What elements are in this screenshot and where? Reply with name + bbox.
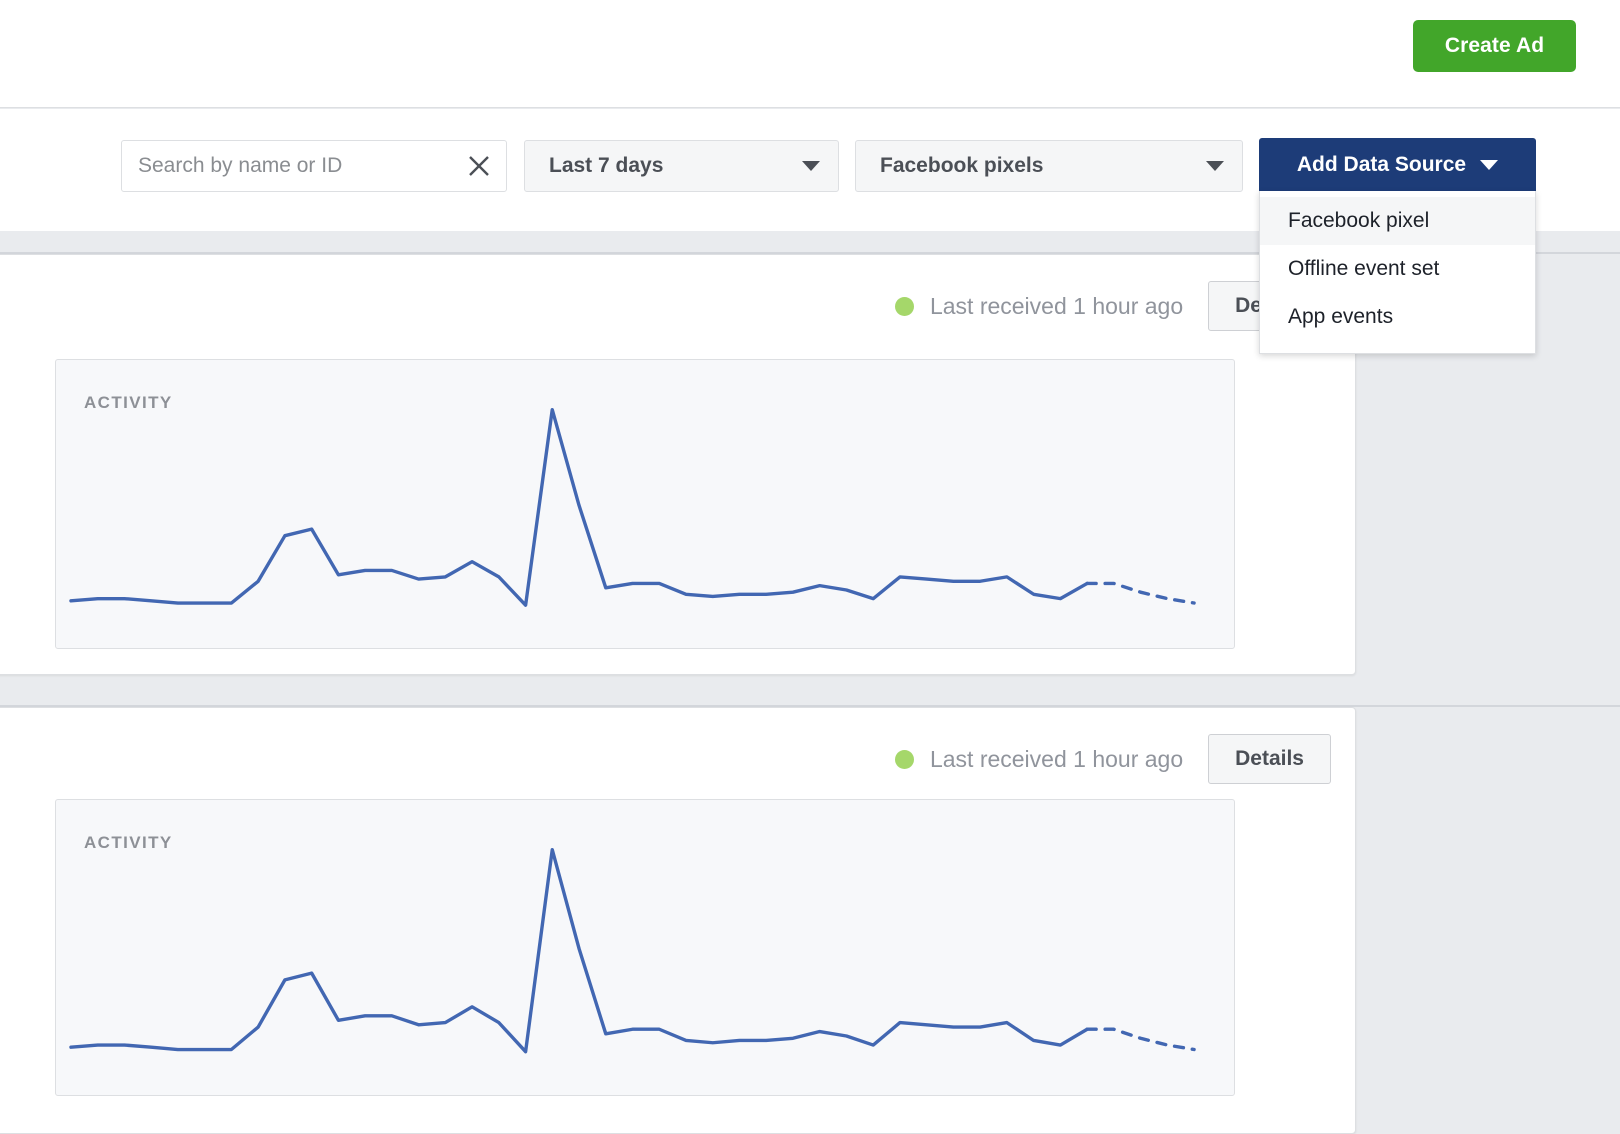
activity-sparkline <box>69 847 1196 1054</box>
menu-item-label: App events <box>1288 305 1394 328</box>
date-range-label: Last 7 days <box>549 154 664 177</box>
search-input[interactable] <box>122 140 440 192</box>
add-data-source-button[interactable]: Add Data Source <box>1259 138 1536 191</box>
status-green-dot <box>894 296 914 316</box>
create-ad-button[interactable]: Create Ad <box>1413 20 1576 72</box>
card-status-row: Last received 1 hour ago Details <box>894 734 1331 784</box>
data-source-card: Last received 1 hour ago Details ACTIVIT… <box>0 707 1356 1134</box>
menu-item-label: Offline event set <box>1288 257 1440 280</box>
menu-item-facebook-pixel[interactable]: Facebook pixel <box>1260 197 1535 245</box>
chevron-down-icon <box>802 161 820 171</box>
menu-item-offline-event-set[interactable]: Offline event set <box>1260 245 1535 293</box>
section-divider-band-middle <box>0 675 1620 707</box>
data-source-card: Last received 1 hour ago Details ACTIVIT… <box>0 254 1356 675</box>
date-range-dropdown[interactable]: Last 7 days <box>524 140 839 192</box>
add-data-source-label: Add Data Source <box>1296 152 1467 176</box>
top-header: Create Ad <box>0 0 1620 108</box>
chevron-down-icon <box>1206 161 1224 171</box>
search-box[interactable] <box>121 140 507 192</box>
close-icon[interactable] <box>466 153 492 179</box>
chevron-down-icon <box>1480 159 1499 170</box>
menu-item-label: Facebook pixel <box>1288 209 1430 232</box>
add-data-source-menu: Facebook pixel Offline event set App eve… <box>1259 191 1536 354</box>
source-type-dropdown[interactable]: Facebook pixels <box>855 140 1243 192</box>
activity-chart-panel: ACTIVITY <box>55 799 1235 1096</box>
status-green-dot <box>894 749 914 769</box>
source-type-label: Facebook pixels <box>880 154 1044 177</box>
activity-chart-panel: ACTIVITY <box>55 359 1235 649</box>
status-badge: Last received 1 hour ago <box>929 745 1184 772</box>
activity-sparkline <box>69 407 1196 607</box>
status-badge: Last received 1 hour ago <box>929 292 1184 319</box>
details-button[interactable]: Details <box>1208 734 1331 784</box>
menu-item-app-events[interactable]: App events <box>1260 293 1535 341</box>
